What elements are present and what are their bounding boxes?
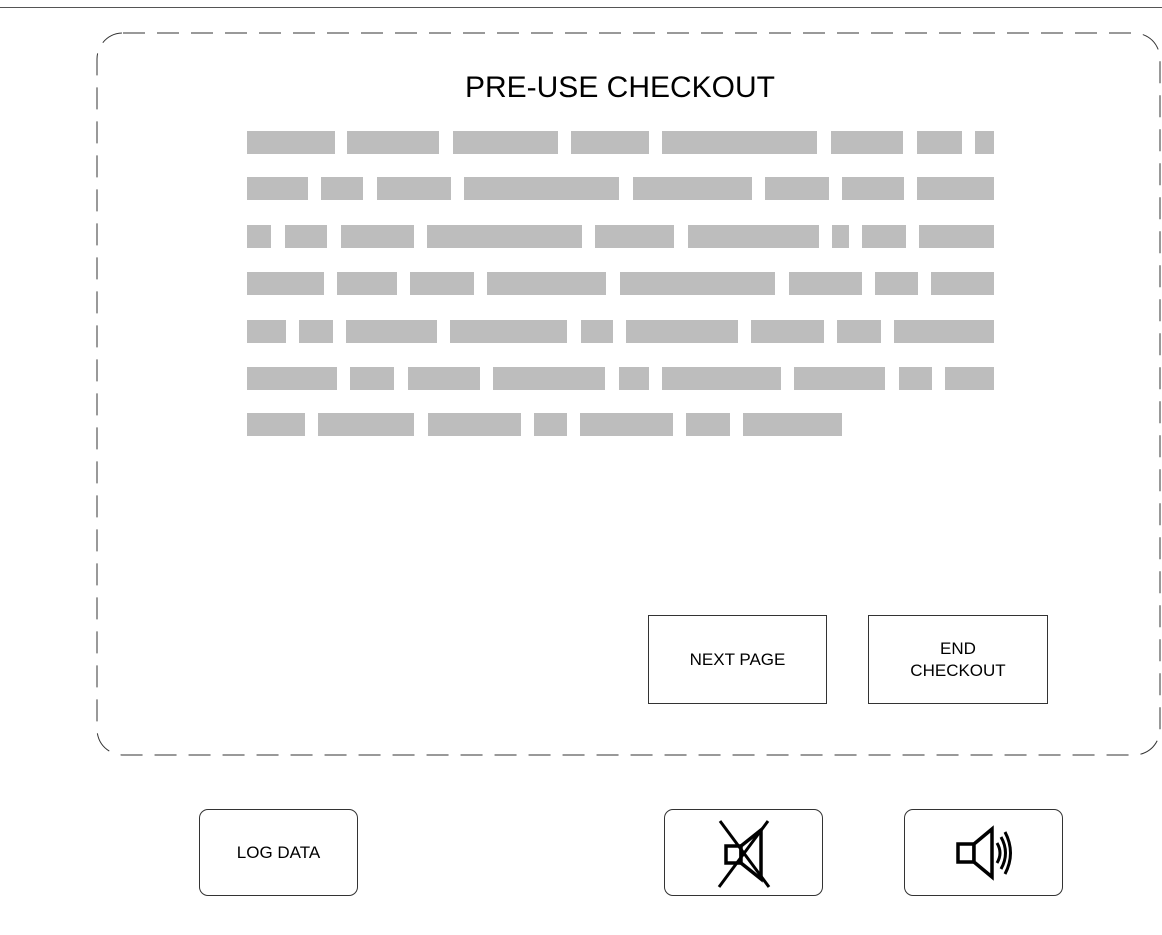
redacted-word (247, 367, 337, 390)
redacted-word (341, 225, 414, 248)
speaker-sound-icon (955, 824, 1012, 881)
redacted-word (831, 131, 903, 154)
redacted-word (751, 320, 824, 343)
redacted-word (595, 225, 674, 248)
redacted-word (453, 131, 558, 154)
end-checkout-label-line2: CHECKOUT (910, 660, 1006, 680)
redacted-word (571, 131, 649, 154)
redacted-word (247, 177, 308, 200)
redacted-word (662, 367, 781, 390)
redacted-word (450, 320, 567, 343)
next-page-label: NEXT PAGE (689, 649, 786, 669)
redacted-word (464, 177, 619, 200)
redacted-word (247, 320, 286, 343)
redacted-word (917, 177, 994, 200)
redacted-word (350, 367, 394, 390)
redacted-word (743, 413, 842, 436)
redacted-word (633, 177, 752, 200)
redacted-word (347, 131, 439, 154)
redacted-word (662, 131, 817, 154)
redacted-word (247, 131, 335, 154)
redacted-word (620, 272, 775, 295)
redacted-word (580, 413, 673, 436)
redacted-word (894, 320, 994, 343)
redacted-word (794, 367, 885, 390)
redacted-word (837, 320, 881, 343)
redacted-word (285, 225, 327, 248)
redacted-word (487, 272, 606, 295)
redacted-instructions (247, 131, 994, 436)
redacted-word (534, 413, 567, 436)
redacted-word (493, 367, 605, 390)
redacted-word (626, 320, 738, 343)
redacted-word (427, 225, 582, 248)
mute-button[interactable] (664, 809, 823, 896)
redacted-word (247, 272, 324, 295)
redacted-word (318, 413, 414, 436)
top-divider (0, 7, 1162, 8)
redacted-word (247, 225, 271, 248)
redacted-word (321, 177, 363, 200)
redacted-word (581, 320, 613, 343)
redacted-word (917, 131, 962, 154)
redacted-word (862, 225, 906, 248)
redacted-word (247, 413, 305, 436)
redacted-word (842, 177, 904, 200)
redacted-word (688, 225, 819, 248)
sound-on-button[interactable] (904, 809, 1063, 896)
redacted-word (919, 225, 994, 248)
redacted-word (789, 272, 862, 295)
end-checkout-label-line1: END (940, 638, 976, 658)
redacted-word (945, 367, 994, 390)
redacted-word (975, 131, 994, 154)
redacted-word (299, 320, 333, 343)
redacted-word (899, 367, 932, 390)
redacted-word (686, 413, 730, 436)
redacted-word (875, 272, 918, 295)
end-checkout-button[interactable]: END CHECKOUT (868, 615, 1048, 704)
redacted-word (619, 367, 649, 390)
redacted-word (931, 272, 994, 295)
next-page-button[interactable]: NEXT PAGE (648, 615, 827, 704)
redacted-word (346, 320, 437, 343)
speaker-muted-icon (717, 819, 770, 888)
redacted-word (765, 177, 829, 200)
redacted-word (408, 367, 480, 390)
redacted-word (377, 177, 451, 200)
checkout-panel-frame (96, 32, 1161, 756)
log-data-label: LOG DATA (236, 842, 321, 862)
redacted-word (832, 225, 849, 248)
redacted-word (410, 272, 474, 295)
page-title: PRE-USE CHECKOUT (464, 71, 776, 104)
redacted-word (337, 272, 397, 295)
redacted-word (428, 413, 521, 436)
log-data-button[interactable]: LOG DATA (199, 809, 358, 896)
